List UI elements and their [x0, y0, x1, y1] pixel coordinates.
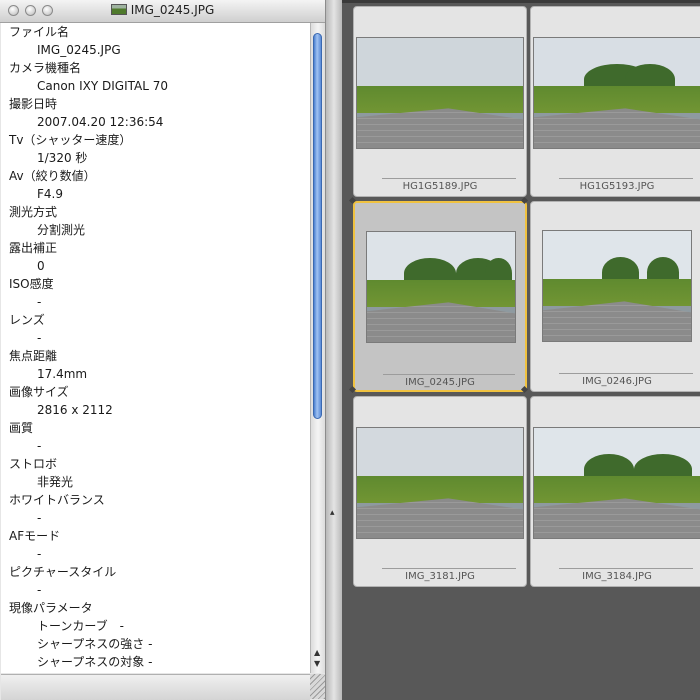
info-label: 焦点距離 [9, 349, 58, 363]
thumbnail-divider [559, 373, 693, 374]
info-label: Av（絞り数値） [9, 169, 96, 183]
thumbnail-divider [383, 374, 515, 375]
thumbnail-filename: HG1G5189.JPG [402, 181, 478, 192]
pane-splitter[interactable]: ▴ [326, 0, 342, 700]
thumbnail-filename: IMG_3181.JPG [405, 571, 475, 582]
info-label: 撮影日時 [9, 97, 58, 111]
vertical-scrollbar[interactable]: ▲ ▼ [310, 23, 325, 673]
info-value: 2816 x 2112 [37, 403, 113, 417]
info-value: 分割測光 [37, 223, 86, 237]
info-label: ホワイトバランス [9, 493, 105, 507]
window-titlebar[interactable]: IMG_0245.JPG [0, 0, 325, 23]
info-value: シャープネスの強さ - [37, 637, 153, 651]
image-file-icon [110, 4, 127, 15]
thumbnail-image[interactable] [542, 230, 692, 342]
info-label: Tv（シャッター速度） [9, 133, 132, 147]
window-title-wrap: IMG_0245.JPG [0, 3, 325, 17]
info-value: F4.9 [37, 187, 63, 201]
info-value: - [37, 583, 42, 597]
thumbnail-filename: HG1G5193.JPG [579, 181, 655, 192]
thumbnail-image[interactable] [366, 231, 516, 343]
info-value: - [37, 331, 42, 345]
info-label: カメラ機種名 [9, 61, 82, 75]
info-value: - [37, 439, 42, 453]
thumbnail-image[interactable] [356, 427, 524, 539]
scroll-down-arrow-icon[interactable]: ▼ [314, 660, 320, 668]
info-value: Canon IXY DIGITAL 70 [37, 79, 168, 93]
resize-grip-icon[interactable] [310, 674, 325, 699]
info-value: シャープネスの対象 - [37, 655, 153, 669]
info-value: - [37, 295, 42, 309]
info-label: AFモード [9, 529, 61, 543]
info-value: IMG_0245.JPG [37, 43, 121, 57]
info-label: 画像サイズ [9, 385, 69, 399]
splitter-arrow-icon[interactable]: ▴ [330, 508, 335, 518]
thumbnail-image[interactable] [533, 37, 700, 149]
info-label: ストロボ [9, 457, 58, 471]
thumbnail-cell[interactable]: HG1G5189.JPG [353, 6, 527, 197]
thumbnail-cell[interactable]: IMG_0246.JPG [530, 201, 700, 392]
scroll-up-arrow-icon[interactable]: ▲ [314, 649, 320, 657]
info-value: 2007.04.20 12:36:54 [37, 115, 164, 129]
window-title: IMG_0245.JPG [130, 3, 215, 17]
info-value: 非発光 [37, 475, 74, 489]
thumbnail-divider [559, 178, 693, 179]
thumbnail-image[interactable] [533, 427, 700, 539]
thumbnail-cell[interactable]: IMG_0245.JPG [353, 201, 527, 392]
thumbnail-cell[interactable]: IMG_3184.JPG [530, 396, 700, 587]
info-label: ピクチャースタイル [9, 565, 117, 579]
info-value: 1/320 秒 [37, 151, 88, 165]
info-label: 測光方式 [9, 205, 58, 219]
top-divider [342, 0, 700, 3]
info-value: 0 [37, 259, 45, 273]
info-label: ISO感度 [9, 277, 54, 291]
info-label: 画質 [9, 421, 34, 435]
scroll-thumb[interactable] [313, 33, 322, 419]
info-label: ファイル名 [9, 25, 70, 39]
thumbnail-divider [382, 568, 516, 569]
thumbnail-filename: IMG_3184.JPG [582, 571, 652, 582]
info-window: IMG_0245.JPG ファイル名 IMG_0245.JPG カメラ機種名 Cano… [0, 0, 326, 700]
thumbnail-image[interactable] [356, 37, 524, 149]
thumbnail-filename: IMG_0246.JPG [582, 376, 652, 387]
info-list: ファイル名 IMG_0245.JPG カメラ機種名 Canon IXY DIGITAL… [1, 23, 310, 673]
info-value: トーンカーブ - [37, 619, 125, 633]
info-label: 現像パラメータ [9, 601, 93, 615]
thumbnail-cell[interactable]: IMG_3181.JPG [353, 396, 527, 587]
thumbnail-divider [559, 568, 693, 569]
thumbnail-grid: HG1G5189.JPG HG1G5193.JPG IMG_0245.JPG IMG_… [342, 0, 700, 700]
info-label: レンズ [9, 313, 45, 327]
info-value: 17.4mm [37, 367, 88, 381]
info-value: - [37, 547, 42, 561]
horizontal-scrollbar[interactable] [1, 674, 310, 700]
info-value: - [37, 511, 42, 525]
thumbnail-cell[interactable]: HG1G5193.JPG [530, 6, 700, 197]
thumbnail-filename: IMG_0245.JPG [405, 377, 475, 388]
thumbnail-divider [382, 178, 516, 179]
info-label: 露出補正 [9, 241, 58, 255]
